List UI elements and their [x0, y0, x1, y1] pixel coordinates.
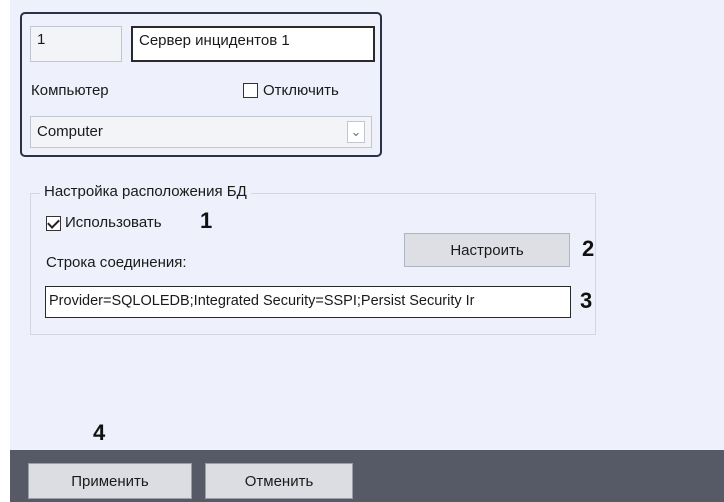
- disable-label: Отключить: [263, 82, 339, 99]
- cancel-button[interactable]: Отменить: [205, 463, 353, 499]
- connection-string-label: Строка соединения:: [46, 254, 187, 271]
- connection-string-field[interactable]: Provider=SQLOLEDB;Integrated Security=SS…: [45, 286, 571, 318]
- db-location-group-title: Настройка расположения БД: [40, 183, 251, 200]
- disable-checkbox[interactable]: [243, 83, 258, 98]
- apply-button[interactable]: Применить: [28, 463, 192, 499]
- callout-4: 4: [93, 420, 106, 445]
- use-label: Использовать: [65, 214, 162, 231]
- callout-1: 1: [200, 208, 213, 233]
- computer-select-value: Computer: [37, 123, 103, 140]
- configure-button[interactable]: Настроить: [404, 233, 570, 267]
- use-checkbox[interactable]: [46, 216, 61, 231]
- callout-3: 3: [580, 288, 593, 313]
- computer-label: Компьютер: [31, 82, 109, 99]
- server-name-field[interactable]: Сервер инцидентов 1: [131, 26, 375, 62]
- callout-2: 2: [582, 236, 595, 261]
- id-field[interactable]: 1: [30, 26, 122, 62]
- chevron-down-icon[interactable]: ⌄: [347, 121, 365, 143]
- computer-select[interactable]: Computer ⌄: [30, 116, 372, 148]
